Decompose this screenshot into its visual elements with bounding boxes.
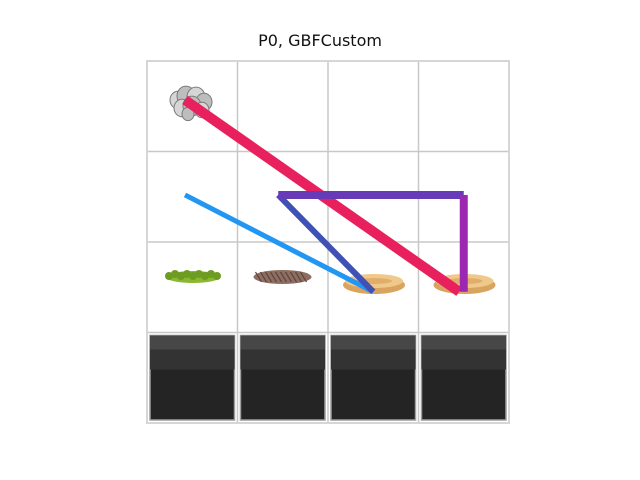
cell-cucumber	[165, 270, 221, 283]
counter-highlight	[421, 335, 506, 350]
cell-patty	[253, 270, 312, 284]
counter-highlight	[150, 335, 235, 350]
game-board	[146, 60, 510, 424]
counter-band	[421, 349, 506, 370]
cell-counter	[420, 334, 507, 421]
counter-band	[150, 349, 235, 370]
counter-band	[331, 349, 416, 370]
counter-band	[240, 349, 325, 370]
cucumber-bump	[213, 272, 221, 280]
patty-body	[253, 270, 312, 284]
cell-counter	[239, 334, 326, 421]
cell-counter	[149, 334, 236, 421]
cell-counter	[330, 334, 417, 421]
counter-highlight	[240, 335, 325, 350]
counter-highlight	[331, 335, 416, 350]
